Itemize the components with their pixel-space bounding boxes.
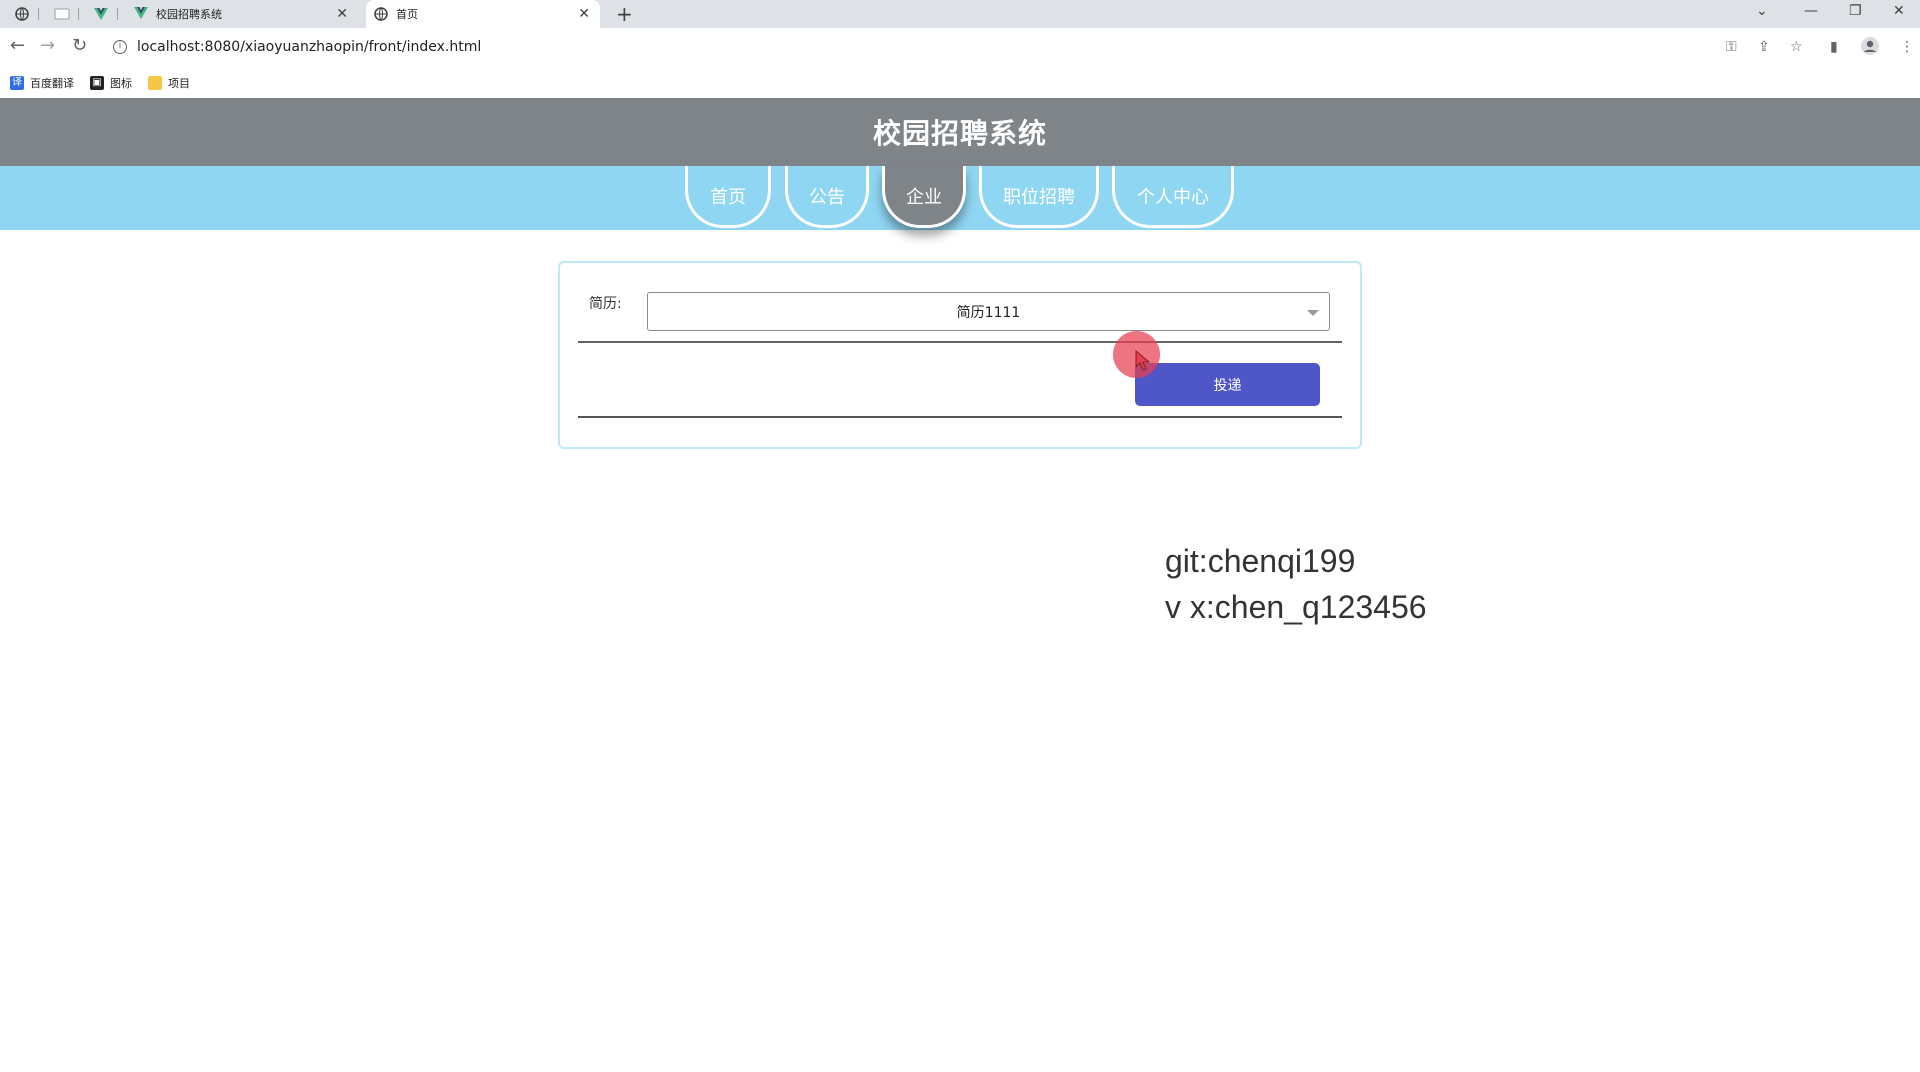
vue-icon[interactable] bbox=[89, 4, 118, 24]
watermark-line-1: git:chenqi199 bbox=[1165, 543, 1356, 579]
nav-personal-center[interactable]: 个人中心 bbox=[1112, 166, 1234, 228]
bookmark-label: 百度翻译 bbox=[30, 77, 74, 90]
globe-icon bbox=[374, 7, 388, 21]
submit-resume-button[interactable]: 投递 bbox=[1135, 363, 1320, 406]
profile-icon[interactable] bbox=[1860, 36, 1880, 60]
minimize-icon[interactable]: — bbox=[1804, 3, 1818, 19]
forward-icon[interactable]: → bbox=[40, 35, 55, 56]
folder-icon bbox=[148, 76, 162, 90]
bookmark-tubiao[interactable]: ▣ 图标 bbox=[90, 75, 132, 91]
close-tab-icon[interactable]: ✕ bbox=[336, 6, 348, 22]
bookmark-xiangmu[interactable]: 项目 bbox=[148, 75, 190, 91]
chevron-down-icon[interactable]: ⌄ bbox=[1756, 3, 1768, 19]
chevron-down-icon bbox=[1307, 310, 1319, 316]
bookmark-label: 图标 bbox=[110, 77, 132, 90]
vue-icon bbox=[134, 7, 148, 21]
bookmark-label: 项目 bbox=[168, 77, 190, 90]
url-text: localhost:8080/xiaoyuanzhaopin/front/ind… bbox=[137, 39, 482, 55]
bookmarks-bar: 译 百度翻译 ▣ 图标 项目 bbox=[0, 68, 1920, 98]
reload-icon[interactable]: ↻ bbox=[72, 35, 87, 56]
new-tab-icon[interactable]: + bbox=[616, 2, 633, 26]
resume-select[interactable]: 简历1111 bbox=[647, 292, 1330, 331]
blank-tab-icon[interactable] bbox=[50, 4, 79, 24]
translate-icon: 译 bbox=[10, 76, 24, 90]
divider bbox=[578, 416, 1342, 418]
info-icon[interactable]: i bbox=[113, 40, 127, 54]
site-title: 校园招聘系统 bbox=[872, 117, 1047, 150]
resume-label: 简历: bbox=[589, 296, 622, 312]
key-icon[interactable]: ⚿ bbox=[1726, 39, 1737, 55]
tab-xiaoyuan[interactable]: 校园招聘系统 ✕ bbox=[126, 0, 358, 28]
menu-icon[interactable]: ⋮ bbox=[1900, 39, 1914, 55]
back-icon[interactable]: ← bbox=[10, 35, 25, 56]
browser-toolbar: ← → ↻ i localhost:8080/xiaoyuanzhaopin/f… bbox=[0, 28, 1920, 68]
browser-tabstrip: 校园招聘系统 ✕ 首页 ✕ + ⌄ — ❐ ✕ bbox=[0, 0, 1920, 28]
resume-form-card bbox=[558, 261, 1362, 449]
watermark-line-2: v x:chen_q123456 bbox=[1165, 589, 1427, 625]
star-icon[interactable]: ☆ bbox=[1790, 39, 1803, 55]
tab-title: 校园招聘系统 bbox=[156, 8, 222, 21]
resume-selected-value: 简历1111 bbox=[956, 304, 1021, 321]
tab-title: 首页 bbox=[396, 8, 418, 21]
restore-icon[interactable]: ❐ bbox=[1849, 3, 1862, 19]
nav-job-recruit[interactable]: 职位招聘 bbox=[979, 166, 1099, 228]
bookmark-baidu-fanyi[interactable]: 译 百度翻译 bbox=[10, 75, 74, 91]
globe-icon[interactable] bbox=[10, 4, 39, 24]
close-window-icon[interactable]: ✕ bbox=[1893, 3, 1905, 19]
close-tab-icon[interactable]: ✕ bbox=[578, 6, 590, 22]
mouse-cursor-icon bbox=[1135, 350, 1151, 371]
divider bbox=[578, 341, 1342, 343]
address-bar[interactable]: i localhost:8080/xiaoyuanzhaopin/front/i… bbox=[105, 34, 1795, 60]
tab-home[interactable]: 首页 ✕ bbox=[366, 0, 600, 28]
watermark: git:chenqi199 v x:chen_q123456 bbox=[1165, 538, 1427, 630]
share-icon[interactable]: ⇪ bbox=[1758, 39, 1770, 55]
site-header: 校园招聘系统 bbox=[0, 98, 1920, 166]
side-panel-icon[interactable]: ▮ bbox=[1830, 39, 1838, 55]
image-icon: ▣ bbox=[90, 76, 104, 90]
